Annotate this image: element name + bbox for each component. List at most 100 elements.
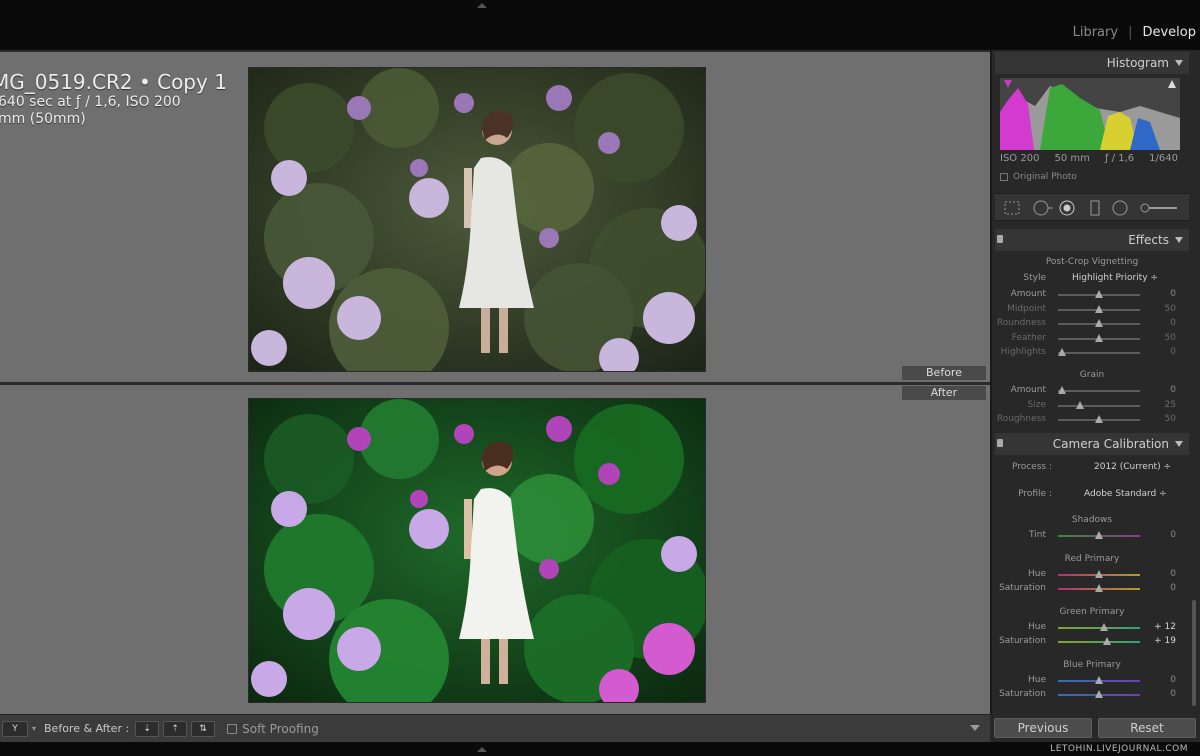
profile-dropdown[interactable]: Profile : Adobe Standard ÷ [992,489,1192,501]
slider-saturation[interactable]: Saturation + 19 [992,636,1192,648]
process-dropdown[interactable]: Process : 2012 (Current) ÷ [992,462,1192,474]
slider-value[interactable]: 0 [1142,583,1176,593]
slider-track[interactable] [1058,390,1140,392]
slider-thumb[interactable] [1095,304,1103,313]
slider-thumb[interactable] [1095,290,1103,298]
slider-amount[interactable]: Amount 0 [992,385,1192,397]
slider-highlights[interactable]: Highlights 0 [992,347,1192,359]
slider-feather[interactable]: Feather 50 [992,333,1192,345]
effects-panel-switch[interactable] [997,235,1003,243]
photo-lens: mm (50mm) [0,111,86,127]
original-photo-toggle[interactable]: Original Photo [1000,172,1077,182]
adjustment-brush-icon[interactable] [1140,203,1177,213]
slider-thumb[interactable] [1058,348,1067,356]
vignette-style-dropdown[interactable]: Style Highlight Priority ÷ [992,273,1192,285]
slider-thumb[interactable] [1058,386,1067,394]
slider-label: Roundness [996,318,1046,328]
slider-tint[interactable]: Tint 0 [992,530,1192,542]
slider-track[interactable] [1058,404,1140,407]
slider-value[interactable]: 50 [1142,414,1176,424]
slider-value[interactable]: 0 [1142,689,1176,699]
profile-value[interactable]: Adobe Standard ÷ [1084,489,1167,499]
copy-after-to-before-button[interactable]: ⇡ [163,720,188,737]
slider-thumb[interactable] [1095,676,1103,684]
top-bar: Library | Develop [0,0,1200,50]
slider-value[interactable]: 25 [1142,400,1176,410]
module-develop[interactable]: Develop [1142,25,1196,40]
right-panel-scrollbar[interactable] [1192,600,1196,706]
photo-filename: MG_0519.CR2 • Copy 1 [0,70,227,94]
style-value[interactable]: Highlight Priority ÷ [1072,273,1158,283]
slider-label: Hue [1027,622,1046,632]
slider-value[interactable]: 0 [1142,289,1176,299]
slider-value[interactable]: 50 [1142,304,1176,314]
original-photo-checkbox[interactable] [1000,173,1008,181]
slider-saturation[interactable]: Saturation 0 [992,689,1192,701]
view-mode-dropdown-icon[interactable]: ▾ [32,724,36,733]
soft-proofing-checkbox[interactable] [227,723,238,734]
slider-saturation[interactable]: Saturation 0 [992,583,1192,595]
slider-thumb[interactable] [1076,400,1085,409]
profile-label: Profile : [1018,489,1052,499]
slider-value[interactable]: 0 [1142,569,1176,579]
radial-filter-icon[interactable] [1112,200,1128,216]
show-top-panel-icon[interactable] [477,3,487,8]
slider-thumb[interactable] [1099,623,1108,631]
calibration-panel-switch[interactable] [997,439,1003,447]
toolbar-content-dropdown-icon[interactable] [970,725,980,731]
slider-value[interactable]: + 12 [1142,622,1176,632]
slider-label: Midpoint [1007,303,1046,314]
slider-value[interactable]: 0 [1142,385,1176,395]
graduated-filter-icon[interactable] [1090,200,1100,216]
slider-label: Amount [1010,289,1046,299]
slider-hue[interactable]: Hue 0 [992,569,1192,581]
slider-value[interactable]: 0 [1142,530,1176,540]
slider-value[interactable]: + 19 [1142,636,1176,646]
histogram-graph [1000,80,1180,150]
histogram-title: Histogram [1106,56,1169,70]
slider-thumb[interactable] [1095,415,1103,423]
reset-button[interactable]: Reset [1098,718,1196,738]
slider-thumb[interactable] [1095,690,1103,698]
slider-size[interactable]: Size 25 [992,400,1192,412]
slider-hue[interactable]: Hue 0 [992,675,1192,687]
slider-track[interactable] [1058,641,1140,643]
style-label: Style [1023,273,1046,283]
right-panel-footer: Previous Reset [990,714,1200,742]
slider-value[interactable]: 50 [1142,333,1176,343]
slider-amount[interactable]: Amount 0 [992,289,1192,301]
red-eye-icon[interactable] [1059,200,1075,216]
slider-thumb[interactable] [1103,637,1112,645]
process-value[interactable]: 2012 (Current) ÷ [1094,462,1171,472]
show-filmstrip-icon[interactable] [477,747,487,752]
effects-header[interactable]: Effects [995,229,1189,251]
spot-removal-icon[interactable] [1033,200,1053,216]
slider-roughness[interactable]: Roughness 50 [992,414,1192,426]
histogram-chart [1000,78,1180,150]
calibration-header[interactable]: Camera Calibration [995,433,1189,455]
slider-thumb[interactable] [1095,570,1103,578]
module-library[interactable]: Library [1073,25,1118,40]
after-label: After [902,386,986,400]
histogram-header[interactable]: Histogram [995,52,1189,74]
swap-before-after-button[interactable]: ⇅ [191,720,216,737]
slider-value[interactable]: 0 [1142,675,1176,685]
slider-midpoint[interactable]: Midpoint 50 [992,304,1192,316]
copy-before-to-after-button[interactable]: ⇣ [135,720,160,737]
slider-thumb[interactable] [1095,531,1103,539]
slider-roundness[interactable]: Roundness 0 [992,318,1192,330]
slider-label: Hue [1027,675,1046,685]
slider-thumb[interactable] [1095,319,1103,327]
slider-value[interactable]: 0 [1142,347,1176,357]
slider-thumb[interactable] [1095,584,1103,592]
iso-value: ISO 200 [1000,153,1040,164]
crop-tool-icon[interactable] [1004,201,1020,215]
slider-value[interactable]: 0 [1142,318,1176,328]
slider-hue[interactable]: Hue + 12 [992,622,1192,634]
view-mode-button[interactable]: Y [2,720,28,737]
previous-button[interactable]: Previous [994,718,1092,738]
slider-label: Hue [1027,569,1046,579]
slider-thumb[interactable] [1095,333,1103,342]
shutter-speed: 1/640 [1149,153,1178,164]
slider-track[interactable] [1058,352,1140,354]
